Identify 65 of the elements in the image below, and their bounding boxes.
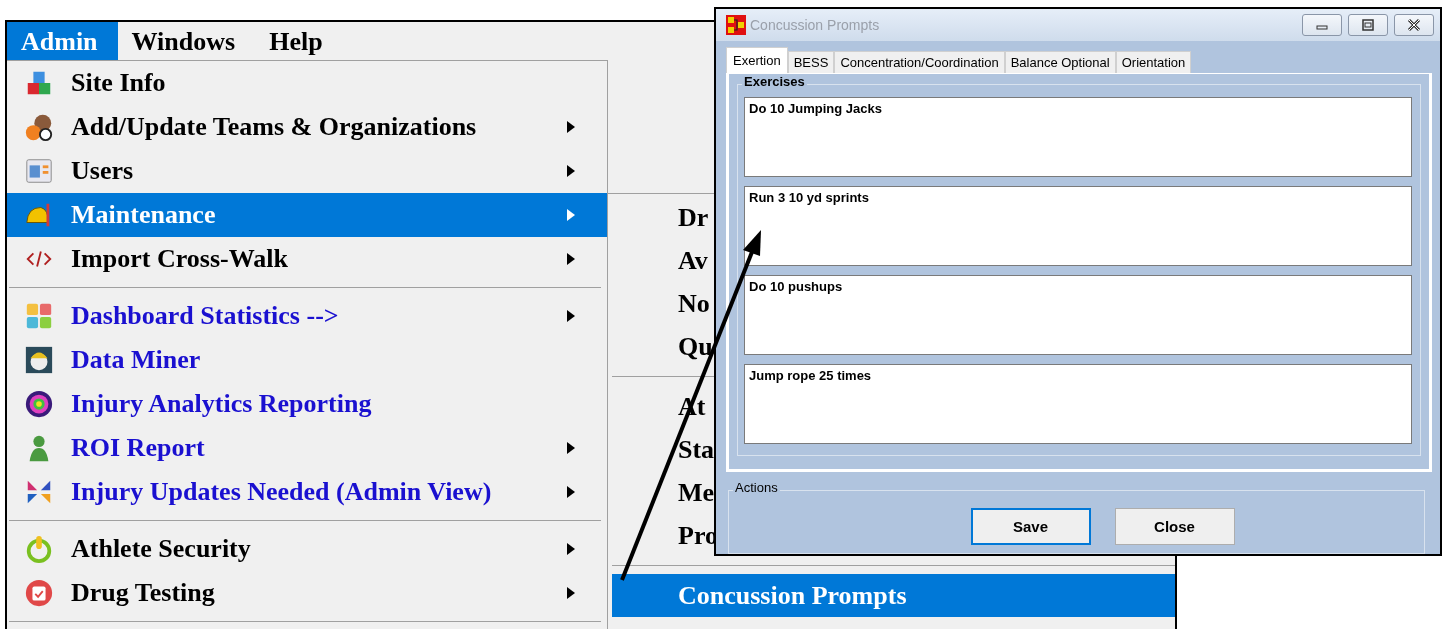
submenu-arrow-icon <box>567 121 575 133</box>
exercise-field[interactable]: Jump rope 25 times <box>744 364 1412 444</box>
menu-item-label: Site Info <box>71 68 167 98</box>
menu-item[interactable]: Add/Update Teams & Organizations <box>7 105 607 149</box>
exercise-field[interactable]: Do 10 pushups <box>744 275 1412 355</box>
menu-item[interactable]: Concussion Prompts <box>612 574 1175 617</box>
menu-bar-item[interactable]: Windows <box>117 22 256 60</box>
minimize-button[interactable] <box>1302 14 1342 36</box>
dialog-button[interactable]: Close <box>1114 507 1235 545</box>
menu-item-label: Injury Updates Needed (Admin View) <box>71 477 493 507</box>
miner-icon <box>24 345 54 375</box>
menu-item-label: Drug Testing <box>71 578 216 608</box>
menu-item[interactable]: Injury Updates Needed (Admin View) <box>7 470 607 514</box>
menu-item[interactable]: Site Info <box>7 61 607 105</box>
clipboard-check-icon <box>24 578 54 608</box>
submenu-arrow-icon <box>567 486 575 498</box>
group-label: Exercises <box>742 74 807 89</box>
target-icon <box>24 389 54 419</box>
menu-item[interactable]: Maintenance <box>7 193 607 237</box>
balls-icon <box>24 112 54 142</box>
tab[interactable]: Orientation <box>1115 51 1192 73</box>
submenu-arrow-icon <box>567 587 575 599</box>
close-icon <box>1407 18 1421 32</box>
menu-item-label: Athlete Security <box>71 534 252 564</box>
submenu-arrow-icon <box>567 165 575 177</box>
group-label: Actions <box>733 480 780 495</box>
menu-item-label: Data Miner <box>71 345 202 375</box>
minimize-icon <box>1316 25 1328 30</box>
close-button[interactable] <box>1394 14 1434 36</box>
submenu-arrow-icon <box>567 310 575 322</box>
menu-bar-item[interactable]: Help <box>255 22 343 60</box>
submenu-arrow-icon <box>567 442 575 454</box>
submenu-arrow-icon <box>567 543 575 555</box>
tiles-icon <box>24 301 54 331</box>
menu-item-label: Add/Update Teams & Organizations <box>71 112 478 142</box>
menu-item-label: ROI Report <box>71 433 206 463</box>
menu-item[interactable]: Drug Testing <box>7 571 607 615</box>
maximize-button[interactable] <box>1348 14 1388 36</box>
submenu-arrow-icon <box>567 209 575 221</box>
app-icon <box>726 15 746 35</box>
maximize-icon <box>1362 19 1374 31</box>
exercise-field[interactable]: Run 3 10 yd sprints <box>744 186 1412 266</box>
dialog-button[interactable]: Save <box>970 507 1091 545</box>
menu-item-label: Maintenance <box>71 200 217 230</box>
menu-item-label: Import Cross-Walk <box>71 244 289 274</box>
id-card-icon <box>24 156 54 186</box>
tab[interactable]: Exertion <box>726 47 788 73</box>
submenu-arrow-icon <box>567 253 575 265</box>
menu-item[interactable]: Injury Analytics Reporting <box>7 382 607 426</box>
tab[interactable]: Concentration/Coordination <box>834 51 1005 73</box>
menu-item-label: Users <box>71 156 135 186</box>
menu-bar-item[interactable]: Admin <box>7 22 118 60</box>
menu-item[interactable]: Users <box>7 149 607 193</box>
tab[interactable]: Balance Optional <box>1004 51 1116 73</box>
menu-item-label: Injury Analytics Reporting <box>71 389 373 419</box>
menu-item[interactable]: Dashboard Statistics --> <box>7 294 607 338</box>
window-title: Concussion Prompts <box>750 17 881 33</box>
menu-item[interactable]: ROI Report <box>7 426 607 470</box>
menu-item[interactable]: Import Cross-Walk <box>7 237 607 281</box>
menu-item-label: Dashboard Statistics --> <box>71 301 340 331</box>
tab[interactable]: BESS <box>787 51 835 73</box>
menu-item[interactable]: Data Miner <box>7 338 607 382</box>
power-icon <box>24 534 54 564</box>
menu-item[interactable]: Athlete Security <box>7 527 607 571</box>
exercise-field[interactable]: Do 10 Jumping Jacks <box>744 97 1412 177</box>
